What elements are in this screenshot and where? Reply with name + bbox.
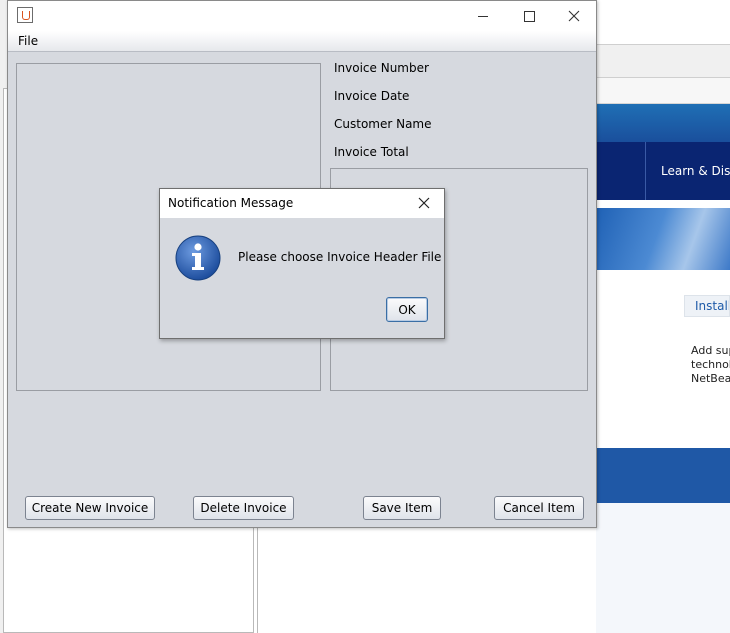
create-new-invoice-button[interactable]: Create New Invoice	[25, 496, 155, 520]
install-button[interactable]: Install	[684, 295, 730, 317]
learn-discover-tab[interactable]: Learn & Disc	[661, 164, 730, 178]
maximize-icon	[523, 10, 535, 22]
delete-invoice-button[interactable]: Delete Invoice	[193, 496, 294, 520]
nav-separator	[645, 142, 646, 200]
start-page-header	[596, 104, 730, 142]
java-app-icon	[17, 7, 33, 23]
background-ide-titlebar	[596, 0, 730, 44]
background-ide-tabbar	[596, 78, 730, 104]
maximize-button[interactable]	[506, 1, 552, 31]
notification-dialog: Notification Message Please choose Invoi…	[159, 188, 445, 339]
start-page-text: Add sup technolo NetBear	[691, 344, 730, 385]
close-window-button[interactable]	[551, 1, 597, 31]
start-page-footer	[596, 448, 730, 503]
ok-button[interactable]: OK	[386, 297, 428, 322]
information-icon	[175, 235, 221, 281]
cancel-item-button[interactable]: Cancel Item	[494, 496, 584, 520]
close-icon	[418, 197, 430, 209]
background-ide-toolbar	[596, 44, 730, 78]
close-icon	[568, 10, 580, 22]
invoice-date-label: Invoice Date	[334, 89, 410, 103]
dialog-message: Please choose Invoice Header File	[238, 250, 442, 264]
window-title-bar[interactable]	[8, 1, 596, 31]
dialog-close-button[interactable]	[416, 195, 432, 211]
menu-bar: File	[8, 31, 596, 52]
save-item-button[interactable]: Save Item	[363, 496, 441, 520]
minimize-button[interactable]	[460, 1, 506, 31]
start-page-footer-area	[596, 503, 730, 633]
invoice-number-label: Invoice Number	[334, 61, 429, 75]
dialog-title: Notification Message	[168, 196, 294, 210]
minimize-icon	[478, 15, 488, 17]
customer-name-label: Customer Name	[334, 117, 432, 131]
invoice-total-label: Invoice Total	[334, 145, 409, 159]
menu-file[interactable]: File	[18, 34, 38, 48]
start-page-banner	[596, 208, 730, 270]
dialog-title-bar[interactable]: Notification Message	[160, 189, 444, 218]
